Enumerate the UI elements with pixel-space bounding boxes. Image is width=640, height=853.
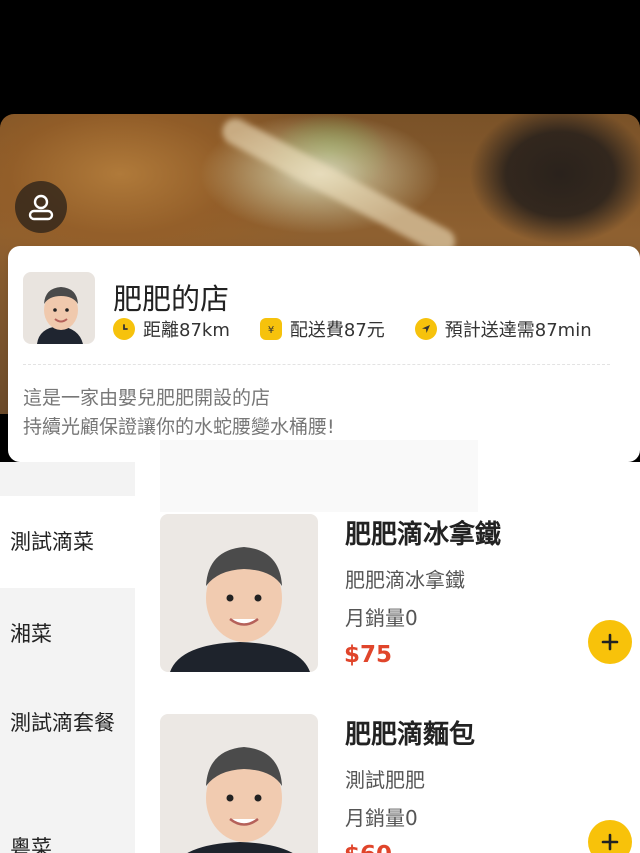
- product-name: 肥肥滴冰拿鐵: [345, 520, 502, 550]
- distance-info: 距離87km: [113, 316, 230, 342]
- eta-text: 預計送達需87min: [444, 320, 592, 341]
- product-card[interactable]: 肥肥滴麵包 測試肥肥 月銷量0 $60: [160, 714, 632, 853]
- store-meta-row: 距離87km ¥ 配送費87元 預計送達需87min: [113, 316, 592, 342]
- category-sidebar: 測試滴菜 湘菜 測試滴套餐 粵菜: [0, 462, 135, 853]
- money-bag-icon: ¥: [259, 318, 282, 340]
- delivery-fee-text: 配送費87元: [289, 320, 385, 341]
- add-to-cart-button[interactable]: [588, 620, 632, 664]
- menu-header-gap: [160, 440, 478, 512]
- user-icon: [26, 192, 56, 222]
- add-to-cart-button[interactable]: [588, 820, 632, 853]
- banner-blur-detail: [217, 114, 460, 260]
- product-image: [160, 514, 318, 672]
- description-line-1: 這是一家由嬰兒肥肥開設的店: [23, 387, 271, 409]
- sidebar-item-category-3[interactable]: 測試滴套餐: [0, 707, 115, 739]
- store-logo: [23, 272, 95, 344]
- delivery-fee-info: ¥ 配送費87元: [259, 316, 385, 342]
- description-line-2: 持續光顧保證讓你的水蛇腰變水桶腰!: [23, 416, 335, 438]
- product-sales: 月銷量0: [345, 606, 418, 630]
- product-price: $60: [344, 842, 392, 853]
- product-description: 肥肥滴冰拿鐵: [345, 568, 465, 592]
- product-price: $75: [344, 642, 393, 668]
- store-name: 肥肥的店: [113, 282, 230, 316]
- eta-info: 預計送達需87min: [414, 316, 592, 342]
- sidebar-item-category-4[interactable]: 粵菜: [0, 832, 135, 853]
- svg-text:¥: ¥: [268, 325, 274, 336]
- clock-icon: [113, 318, 135, 340]
- product-name: 肥肥滴麵包: [345, 720, 476, 750]
- plus-icon: [600, 632, 620, 652]
- product-image: [160, 714, 318, 853]
- sidebar-item-category-1[interactable]: 測試滴菜: [0, 496, 135, 588]
- store-description: 這是一家由嬰兒肥肥開設的店 持續光顧保證讓你的水蛇腰變水桶腰!: [23, 384, 335, 442]
- plus-icon: [600, 832, 620, 852]
- sidebar-item-category-2[interactable]: 湘菜: [0, 588, 135, 680]
- store-info-card: 肥肥的店 距離87km ¥ 配送費87元 預計送達需87min 這是一家由嬰兒肥…: [8, 246, 640, 462]
- status-bar-area: [0, 0, 640, 114]
- product-card[interactable]: 肥肥滴冰拿鐵 肥肥滴冰拿鐵 月銷量0 $75: [160, 514, 632, 674]
- profile-button[interactable]: [15, 181, 67, 233]
- card-divider: [23, 364, 610, 365]
- product-description: 測試肥肥: [345, 768, 425, 792]
- navigation-arrow-icon: [414, 318, 437, 340]
- product-sales: 月銷量0: [345, 806, 418, 830]
- distance-text: 距離87km: [143, 320, 230, 341]
